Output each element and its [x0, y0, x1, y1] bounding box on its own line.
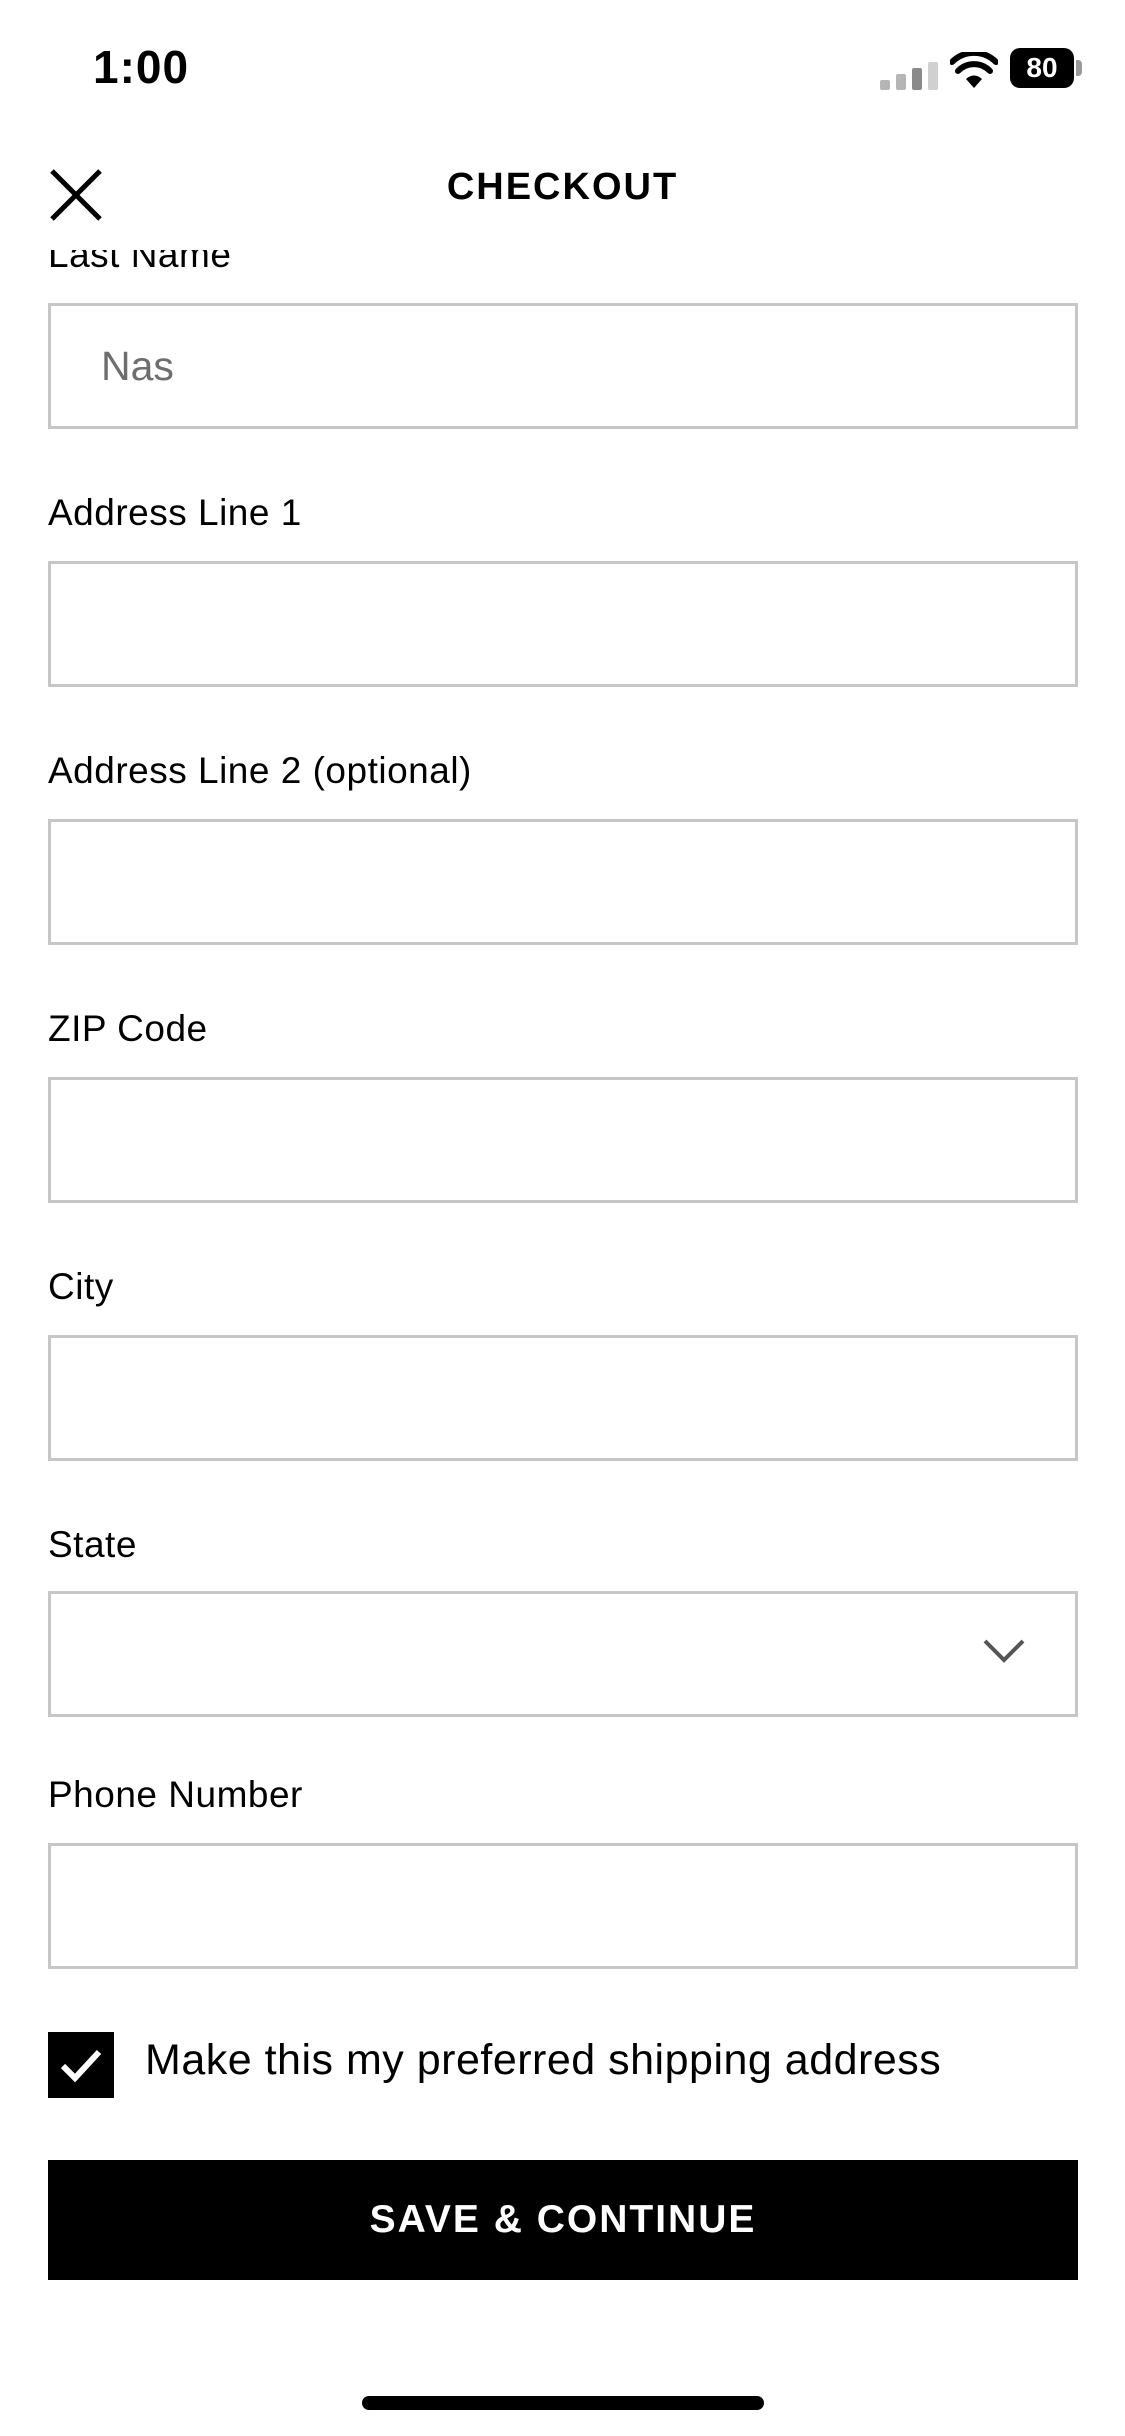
checkmark-icon	[60, 2049, 102, 2083]
state-label: State	[48, 1524, 137, 1565]
address-line-1-field[interactable]	[48, 561, 1078, 687]
preferred-address-label[interactable]: Make this my preferred shipping address	[145, 2036, 941, 2085]
nav-header: CHECKOUT	[0, 140, 1125, 250]
address-line-2-label: Address Line 2 (optional)	[48, 750, 472, 791]
state-select[interactable]	[48, 1591, 1078, 1717]
address-line-1-label: Address Line 1	[48, 492, 302, 533]
city-label: City	[48, 1266, 114, 1307]
battery-icon: 80	[1010, 48, 1082, 88]
page-title: CHECKOUT	[446, 166, 679, 208]
battery-level: 80	[1026, 52, 1058, 83]
status-bar: 1:00 80	[0, 0, 1125, 140]
preferred-address-checkbox[interactable]	[48, 2032, 114, 2098]
address-line-2-field[interactable]	[48, 819, 1078, 945]
phone-number-field[interactable]	[48, 1843, 1078, 1969]
zip-code-field[interactable]	[48, 1077, 1078, 1203]
signal-icon	[880, 62, 938, 90]
checkout-form[interactable]: Last Name Nas Address Line 1 Address Lin…	[0, 250, 1125, 2200]
save-continue-button[interactable]: SAVE & CONTINUE	[48, 2160, 1078, 2280]
phone-number-label: Phone Number	[48, 1774, 303, 1815]
status-time: 1:00	[93, 41, 190, 93]
home-indicator[interactable]	[362, 2396, 764, 2410]
last-name-field[interactable]: Nas	[48, 303, 1078, 429]
last-name-label: Last Name	[48, 250, 232, 275]
zip-code-label: ZIP Code	[48, 1008, 208, 1049]
city-field[interactable]	[48, 1335, 1078, 1461]
chevron-down-icon	[983, 1639, 1025, 1663]
wifi-icon	[950, 52, 998, 88]
